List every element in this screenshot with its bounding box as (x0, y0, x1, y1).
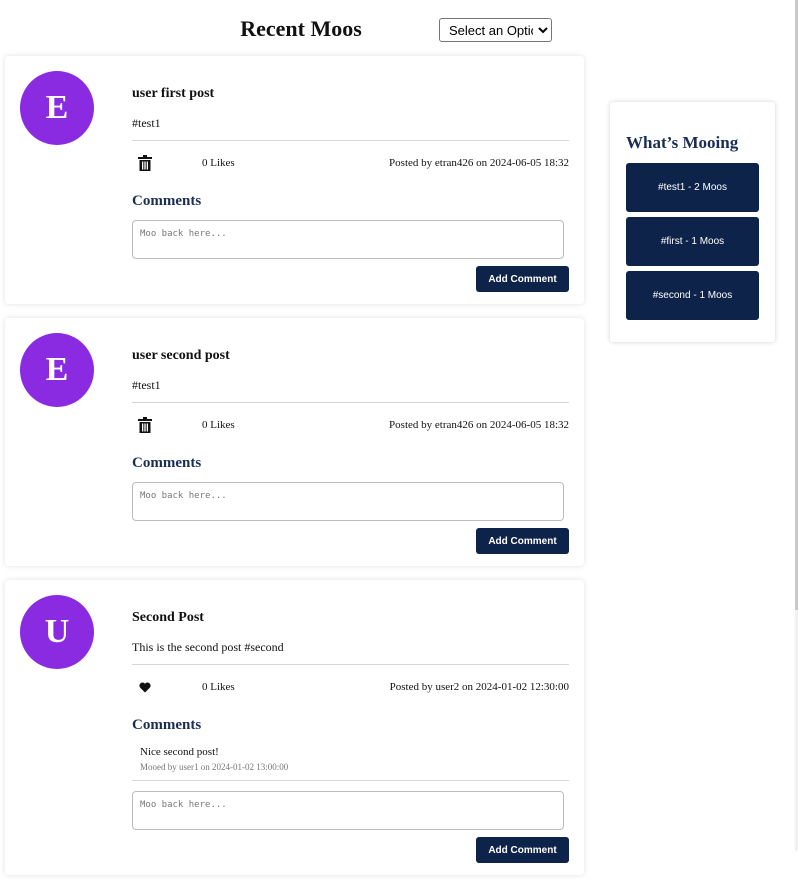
comment-input[interactable] (132, 482, 564, 521)
comment-item: Nice second post! Mooed by user1 on 2024… (132, 744, 569, 781)
add-comment-button[interactable]: Add Comment (476, 528, 569, 554)
post-card: E user first post #test1 0 Likes Posted … (5, 56, 584, 304)
post-meta: 0 Likes Posted by user2 on 2024-01-02 12… (132, 665, 569, 709)
add-comment-button[interactable]: Add Comment (476, 837, 569, 863)
trash-icon[interactable] (136, 155, 154, 171)
likes-count: 0 Likes (202, 681, 235, 693)
trend-button-test1[interactable]: #test1 - 2 Moos (626, 163, 759, 212)
comment-input[interactable] (132, 791, 564, 830)
comments-heading: Comments (132, 455, 202, 471)
posted-by: Posted by etran426 on 2024-06-05 18:32 (389, 419, 569, 431)
avatar: U (20, 595, 94, 669)
post-card: E user second post #test1 0 Likes Posted… (5, 318, 584, 566)
heart-icon[interactable] (136, 682, 154, 693)
add-comment-button[interactable]: Add Comment (476, 266, 569, 292)
likes-count: 0 Likes (202, 157, 235, 169)
post-body: user second post #test1 0 Likes Posted b… (132, 348, 569, 554)
post-title: Second Post (132, 610, 204, 625)
post-text: #test1 (132, 378, 161, 392)
posted-by: Posted by etran426 on 2024-06-05 18:32 (389, 157, 569, 169)
whats-mooing-panel: What’s Mooing #test1 - 2 Moos #first - 1… (610, 102, 775, 342)
page-title: Recent Moos (240, 16, 362, 41)
post-body: user first post #test1 0 Likes Posted by… (132, 86, 569, 292)
comment-meta: Mooed by user1 on 2024-01-02 13:00:00 (140, 762, 289, 772)
post-text: This is the second post #second (132, 640, 284, 654)
comment-text: Nice second post! (140, 746, 219, 758)
avatar: E (20, 71, 94, 145)
trend-button-second[interactable]: #second - 1 Moos (626, 271, 759, 320)
comment-input[interactable] (132, 220, 564, 259)
likes-count: 0 Likes (202, 419, 235, 431)
post-meta: 0 Likes Posted by etran426 on 2024-06-05… (132, 141, 569, 185)
comments-heading: Comments (132, 193, 202, 209)
post-card: U Second Post This is the second post #s… (5, 580, 584, 875)
trash-icon[interactable] (136, 417, 154, 433)
comments-heading: Comments (132, 717, 202, 733)
post-text: #test1 (132, 116, 161, 130)
sort-select[interactable]: Select an Option (439, 18, 552, 42)
post-feed: E user first post #test1 0 Likes Posted … (5, 56, 584, 889)
trend-button-first[interactable]: #first - 1 Moos (626, 217, 759, 266)
post-body: Second Post This is the second post #sec… (132, 610, 569, 863)
add-comment-row: Add Comment (132, 528, 569, 554)
posted-by: Posted by user2 on 2024-01-02 12:30:00 (389, 681, 569, 693)
sidebar-title: What’s Mooing (626, 133, 739, 152)
add-comment-row: Add Comment (132, 266, 569, 292)
avatar: E (20, 333, 94, 407)
post-title: user first post (132, 86, 215, 101)
add-comment-row: Add Comment (132, 837, 569, 863)
post-meta: 0 Likes Posted by etran426 on 2024-06-05… (132, 403, 569, 447)
post-title: user second post (132, 348, 230, 363)
